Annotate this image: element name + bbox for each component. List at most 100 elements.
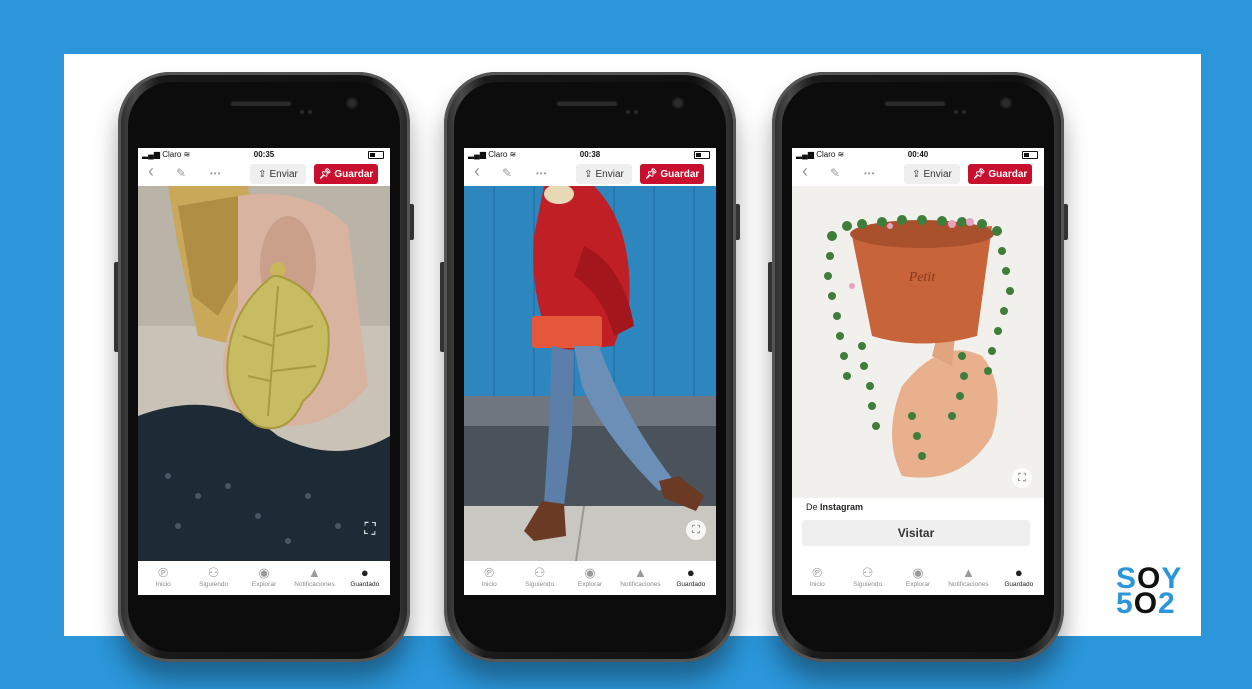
edit-icon[interactable]: ✎ [502,166,512,180]
people-icon: ⚇ [861,565,874,580]
tab-label: Inicio [809,581,825,588]
save-button[interactable]: 📌︎ Guardar [640,164,704,184]
people-icon: ⚇ [207,565,220,580]
more-icon[interactable]: ••• [536,169,547,178]
send-button[interactable]: ⇪ Enviar [576,164,632,184]
tab-siguiendo[interactable]: ⚇ Siguiendo [514,561,564,595]
tab-siguiendo[interactable]: ⚇ Siguiendo [188,561,238,595]
tab-inicio[interactable]: ℗ Inicio [792,561,842,595]
phone-2: ▂▄▆ Claro ≋ 00:38 ‹ ✎ ••• ⇪ Enviar 📌︎ Guar… [440,72,740,662]
edit-icon[interactable]: ✎ [176,166,186,180]
tab-label: Explorar [251,581,277,588]
tab-label: Inicio [481,581,497,588]
tab-label: Notificaciones [948,581,989,588]
phone-screen: ▂▄▆ Claro ≋ 00:40 ‹ ✎ ••• ⇪ Enviar 📌︎ Guar… [792,148,1044,595]
battery-icon [694,151,710,159]
phone-side-button [1064,204,1068,240]
save-button[interactable]: 📌︎ Guardar [314,164,378,184]
compass-icon: ◉ [584,565,596,580]
tab-label: Siguiendo [525,581,555,588]
status-bar: ▂▄▆ Claro ≋ 00:35 [138,148,390,160]
tab-bar: ℗ Inicio ⚇ Siguiendo ◉ Explorar ▲ Notificaci… [464,561,716,595]
phone-volume-button [114,262,118,352]
back-icon[interactable]: ‹ [474,161,480,182]
status-time: 00:35 [253,150,275,159]
people-icon: ⚇ [533,565,546,580]
tab-explorar[interactable]: ◉ Explorar [893,561,943,595]
tab-guardado[interactable]: ● Guardado [666,561,716,595]
back-icon[interactable]: ‹ [148,161,154,182]
tab-label: Guardado [1004,581,1034,588]
battery-icon [1022,151,1038,159]
bell-icon: ▲ [633,565,647,580]
back-icon[interactable]: ‹ [802,161,808,182]
tab-bar: ℗ Inicio ⚇ Siguiendo ◉ Explorar ▲ Notificaci… [138,561,390,595]
tab-guardado[interactable]: ● Guardado [340,561,390,595]
upload-icon: ⇪ [258,168,267,180]
send-label: Enviar [923,168,952,180]
send-label: Enviar [269,168,298,180]
tab-notificaciones[interactable]: ▲ Notificaciones [615,561,665,595]
pin-image[interactable]: ⛶ [464,186,716,561]
upload-icon: ⇪ [912,168,921,180]
more-icon[interactable]: ••• [210,169,221,178]
phone-camera [672,97,684,109]
pinterest-icon: ℗ [484,565,494,580]
tab-inicio[interactable]: ℗ Inicio [464,561,514,595]
phone-side-button [410,204,414,240]
battery-icon [368,151,384,159]
expand-icon[interactable]: ⛶ [686,520,706,540]
phone-screen: ▂▄▆ Claro ≋ 00:35 ‹ ✎ ••• ⇪ Enviar 📌︎ Guar… [138,148,390,595]
source-name[interactable]: Instagram [820,502,863,512]
pin-toolbar: ‹ ✎ ••• ⇪ Enviar 📌︎ Guardar [792,160,1044,186]
more-icon[interactable]: ••• [864,169,875,178]
person-icon: ● [686,565,695,580]
pin-image[interactable]: Petit ⛶ [792,186,1044,498]
phone-side-button [736,204,740,240]
visit-button[interactable]: Visitar [802,520,1030,546]
send-button[interactable]: ⇪ Enviar [904,164,960,184]
tab-label: Siguiendo [853,581,883,588]
tab-label: Notificaciones [620,581,661,588]
source-prefix: De [806,502,818,512]
upload-icon: ⇪ [584,168,593,180]
phone-screen: ▂▄▆ Claro ≋ 00:38 ‹ ✎ ••• ⇪ Enviar 📌︎ Guar… [464,148,716,595]
tab-notificaciones[interactable]: ▲ Notificaciones [943,561,993,595]
save-label: Guardar [988,168,1028,180]
phone-sensors [626,101,646,114]
tab-label: Guardado [676,581,706,588]
bell-icon: ▲ [307,565,321,580]
phone-speaker [230,100,292,106]
send-label: Enviar [595,168,624,180]
soy502-logo: SOY 5O2 [1116,564,1186,619]
pin-image[interactable]: ⛶ [138,186,390,561]
compass-icon: ◉ [912,565,924,580]
logo-letter: 2 [1158,587,1176,620]
phone-camera [1000,97,1012,109]
expand-icon[interactable]: ⛶ [360,520,380,540]
person-icon: ● [1014,565,1023,580]
logo-letter: O [1133,587,1159,620]
bell-icon: ▲ [961,565,975,580]
tab-label: Guardado [350,581,380,588]
tab-guardado[interactable]: ● Guardado [994,561,1044,595]
phone-3: ▂▄▆ Claro ≋ 00:40 ‹ ✎ ••• ⇪ Enviar 📌︎ Guar… [768,72,1068,662]
tab-explorar[interactable]: ◉ Explorar [565,561,615,595]
phone-1: ▂▄▆ Claro ≋ 00:35 ‹ ✎ ••• ⇪ Enviar 📌︎ Guar… [114,72,414,662]
tab-explorar[interactable]: ◉ Explorar [239,561,289,595]
person-icon: ● [360,565,369,580]
tab-label: Siguiendo [199,581,229,588]
phone-volume-button [440,262,444,352]
expand-icon[interactable]: ⛶ [1012,468,1032,488]
save-button[interactable]: 📌︎ Guardar [968,164,1032,184]
logo-line-2: 5O2 [1116,589,1186,619]
logo-letter: 5 [1116,587,1134,620]
tab-inicio[interactable]: ℗ Inicio [138,561,188,595]
edit-icon[interactable]: ✎ [830,166,840,180]
phone-volume-button [768,262,772,352]
succulent-photo: Petit [792,186,1044,498]
send-button[interactable]: ⇪ Enviar [250,164,306,184]
pin-toolbar: ‹ ✎ ••• ⇪ Enviar 📌︎ Guardar [138,160,390,186]
tab-siguiendo[interactable]: ⚇ Siguiendo [842,561,892,595]
tab-notificaciones[interactable]: ▲ Notificaciones [289,561,339,595]
